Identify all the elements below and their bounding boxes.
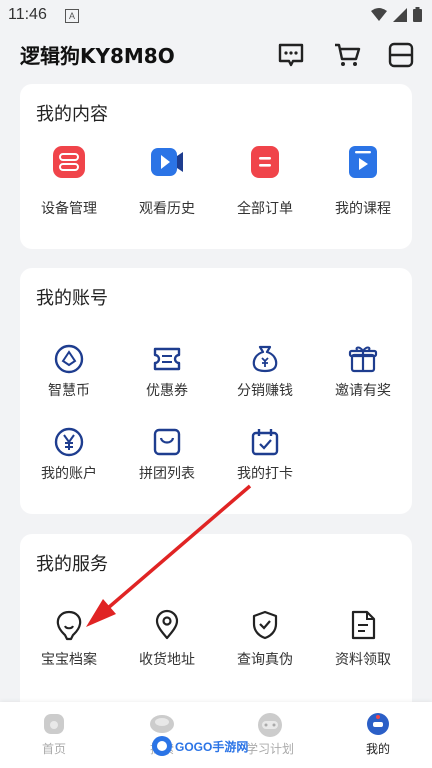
my-account-title: 我的账号 [36,288,108,309]
orders-icon [251,146,279,178]
account-item-group[interactable]: 拼团列表 [118,426,216,486]
checkin-icon [251,429,279,456]
my-account-card: 我的账号 智慧币 优惠券 分销赚钱 邀请有奖 我的账户 拼团列表 我的打卡 [20,268,412,514]
service-item-materials[interactable]: 资料领取 [314,609,412,669]
baby-icon [56,610,82,641]
yen-icon [54,427,84,457]
coupon-icon [153,347,181,371]
account-item-invite[interactable]: 邀请有奖 [314,343,412,403]
gift-icon [348,346,378,373]
profile-icon [367,713,389,735]
cart-icon[interactable] [332,40,362,70]
page-title: 逻辑狗KY8M8O [20,44,175,68]
account-item-label: 我的账户 [41,466,97,482]
content-item-label: 我的课程 [335,201,391,217]
service-item-address[interactable]: 收货地址 [118,609,216,669]
tab-label: 我的 [365,742,390,756]
home-icon [44,714,64,734]
coin-icon [54,344,84,374]
tab-mine[interactable]: 我的 [324,702,432,768]
content-item-label: 观看历史 [139,201,195,217]
tab-home[interactable]: 首页 [0,702,108,768]
account-item-money[interactable]: 分销赚钱 [216,343,314,403]
signal-icon [393,7,407,22]
service-item-baby[interactable]: 宝宝档案 [20,609,118,669]
battery-icon [413,7,422,22]
service-item-label: 资料领取 [335,652,391,668]
account-item-checkin[interactable]: 我的打卡 [216,426,314,486]
service-item-label: 查询真伪 [237,652,293,668]
content-item-course[interactable]: 我的课程 [314,144,412,224]
my-content-title: 我的内容 [36,104,108,125]
service-item-label: 宝宝档案 [41,652,97,668]
account-item-label: 智慧币 [48,383,90,399]
location-icon [155,609,179,640]
service-item-verify[interactable]: 查询真伪 [216,609,314,669]
content-item-history[interactable]: 观看历史 [118,144,216,224]
account-item-label: 拼团列表 [139,466,195,482]
status-bar: 11:46 A [0,0,432,30]
course-icon [349,146,377,178]
watermark-logo: GOGO手游网 [152,736,248,756]
account-item-label: 我的打卡 [237,466,293,482]
document-icon [351,610,376,640]
account-item-label: 邀请有奖 [335,383,391,399]
account-item-label: 分销赚钱 [237,383,293,399]
status-time: 11:46 [8,6,47,23]
message-icon[interactable] [276,40,306,70]
account-item-wallet[interactable]: 我的账户 [20,426,118,486]
account-item-label: 优惠券 [146,383,188,399]
wifi-icon [371,7,387,21]
tab-label: 首页 [41,742,66,756]
group-buy-icon [153,428,181,456]
account-item-coupon[interactable]: 优惠券 [118,343,216,403]
money-bag-icon [252,345,278,373]
my-content-card: 我的内容 设备管理 观看历史 全部订单 我的课程 [20,84,412,249]
content-item-label: 设备管理 [41,201,97,217]
status-icons [371,7,422,22]
content-item-label: 全部订单 [237,201,293,217]
content-item-device[interactable]: 设备管理 [20,144,118,224]
shield-check-icon [252,610,278,640]
robot-icon [258,713,282,737]
watermark-text: GOGO手游网 [175,739,248,754]
service-item-label: 收货地址 [139,652,195,668]
my-services-card: 我的服务 宝宝档案 收货地址 查询真伪 资料领取 [20,534,412,714]
content-item-orders[interactable]: 全部订单 [216,144,314,224]
notification-icon: A [65,9,79,23]
my-services-title: 我的服务 [36,554,108,575]
account-item-coin[interactable]: 智慧币 [20,343,118,403]
history-icon [151,148,183,176]
device-icon [53,146,85,178]
scan-icon[interactable] [386,40,416,70]
app-header: 逻辑狗KY8M8O [0,30,432,82]
